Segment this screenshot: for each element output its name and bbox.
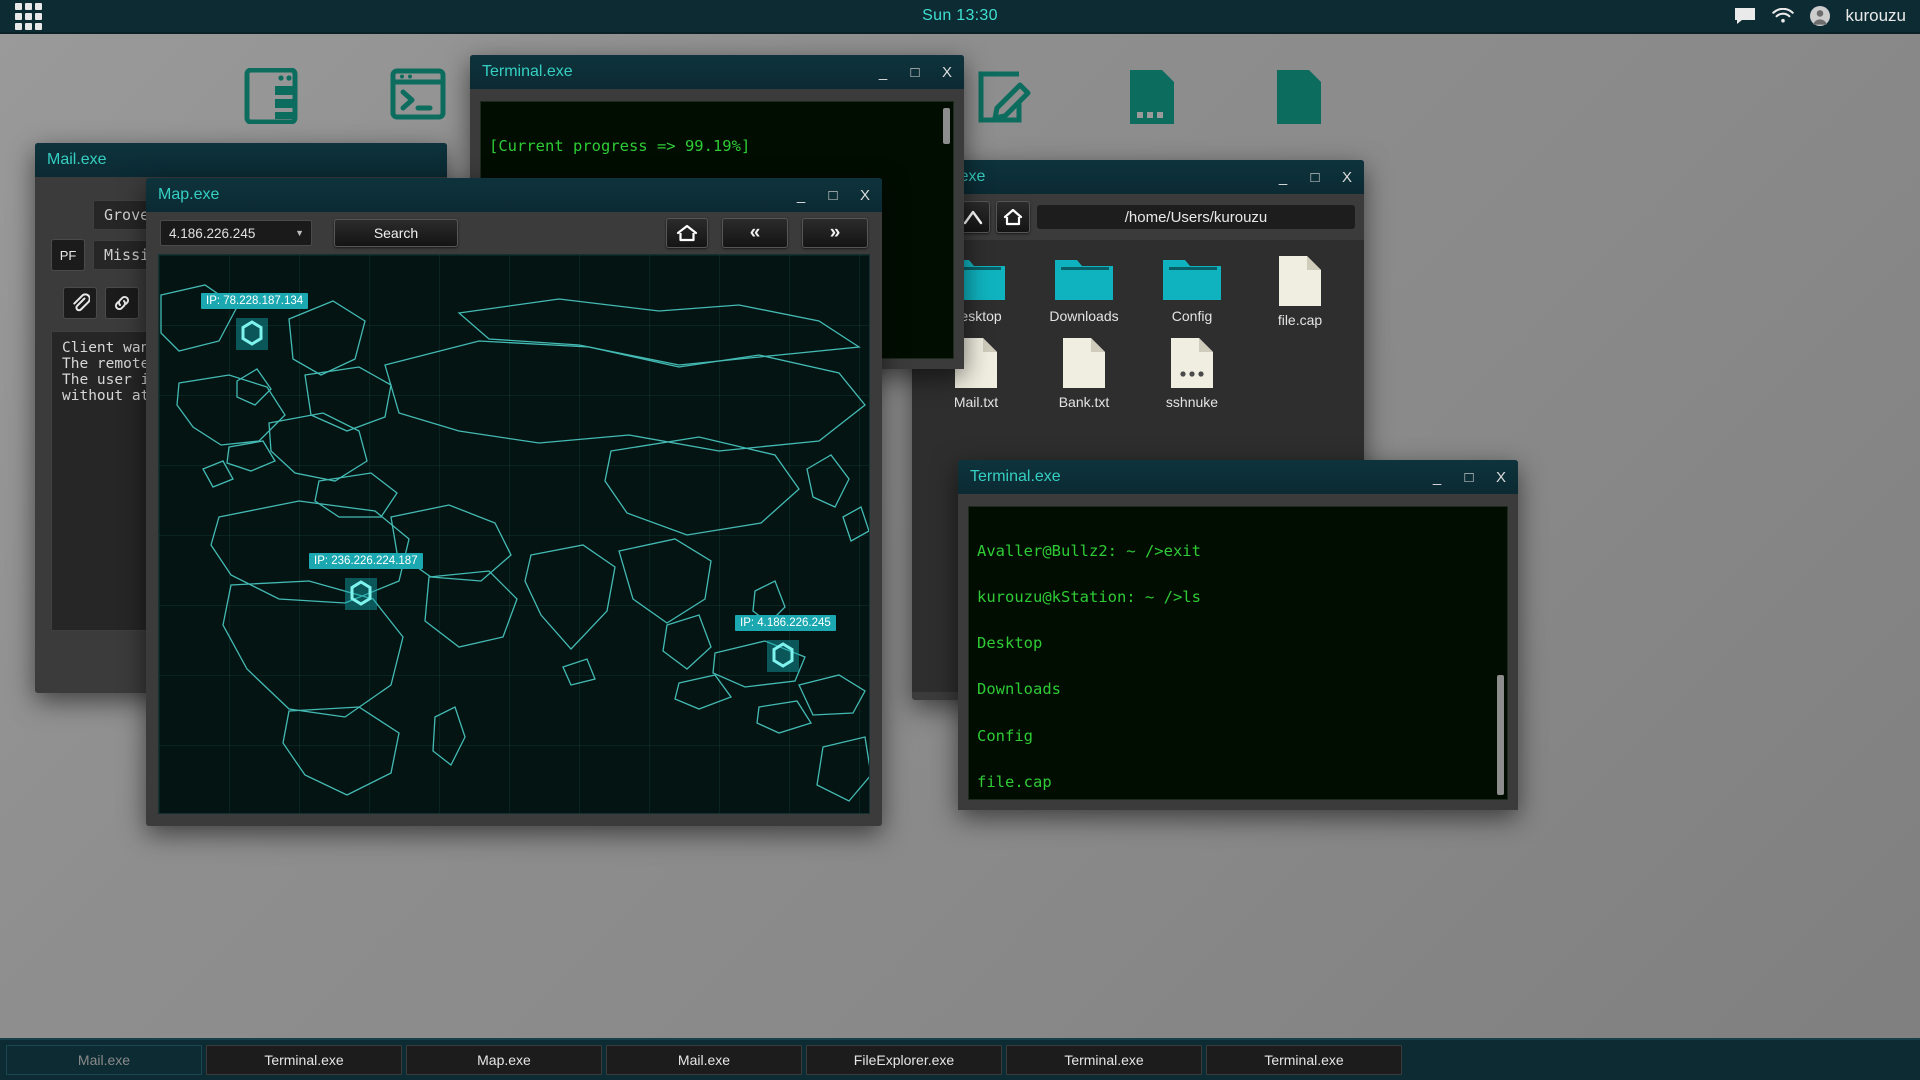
file-explorer-titlebar[interactable]: lorer.exe _ □ X	[912, 160, 1364, 194]
map-ip-tag[interactable]: IP: 236.226.224.187	[309, 553, 423, 569]
terminal-line: Desktop	[977, 636, 1499, 651]
terminal-bottom-close-button[interactable]: X	[1494, 468, 1508, 486]
file-explorer-item-config[interactable]: Config	[1138, 254, 1246, 328]
map-ip-tag[interactable]: IP: 4.186.226.245	[735, 615, 836, 631]
file-explorer-minimize-button[interactable]: _	[1276, 168, 1290, 186]
taskbar-item-mail-2[interactable]: Mail.exe	[606, 1045, 802, 1075]
file-label: Config	[1172, 308, 1212, 324]
document-green-icon[interactable]	[1128, 68, 1176, 131]
folder-icon	[1053, 254, 1115, 304]
terminal-line: [Current progress => 99.19%]	[489, 139, 945, 154]
terminal-line: Config	[977, 729, 1499, 744]
terminal-bottom-titlebar[interactable]: Terminal.exe _ □ X	[958, 460, 1518, 494]
map-canvas[interactable]: IP: 78.228.187.134 IP: 236.226.224.187 I…	[158, 254, 870, 814]
terminal-scrollbar[interactable]	[943, 108, 950, 144]
terminal-bottom-screen[interactable]: Avaller@Bullz2: ~ />exit kurouzu@kStatio…	[968, 506, 1508, 800]
terminal-scrollbar[interactable]	[1497, 675, 1504, 795]
file-explorer-close-button[interactable]: X	[1340, 168, 1354, 186]
file-icon	[1061, 336, 1107, 390]
terminal-line: Avaller@Bullz2: ~ />exit	[977, 544, 1499, 559]
terminal-top-minimize-button[interactable]: _	[876, 63, 890, 81]
file-explorer-item-filecap[interactable]: file.cap	[1246, 254, 1354, 328]
home-icon[interactable]	[996, 201, 1030, 233]
taskbar-item-mail[interactable]: Mail.exe	[6, 1045, 202, 1075]
terminal-bottom-title: Terminal.exe	[970, 468, 1061, 486]
map-home-button[interactable]	[666, 218, 708, 248]
folder-icon	[1161, 254, 1223, 304]
ip-input[interactable]: 4.186.226.245 ▼	[160, 220, 312, 246]
ip-input-value: 4.186.226.245	[169, 226, 255, 241]
wifi-icon[interactable]	[1772, 8, 1794, 25]
terminal-top-title: Terminal.exe	[482, 63, 573, 81]
map-node-marker[interactable]	[235, 317, 265, 347]
map-toolbar: 4.186.226.245 ▼ Search « »	[146, 212, 882, 254]
map-ip-tag[interactable]: IP: 78.228.187.134	[201, 293, 308, 309]
terminal-bottom-maximize-button[interactable]: □	[1462, 468, 1476, 486]
map-window[interactable]: Map.exe _ □ X 4.186.226.245 ▼ Search « »	[146, 178, 882, 826]
terminal-line: kurouzu@kStation: ~ />ls	[977, 590, 1499, 605]
chain-link-icon[interactable]	[105, 287, 139, 319]
terminal-top-close-button[interactable]: X	[940, 63, 954, 81]
mail-window-title: Mail.exe	[47, 151, 107, 169]
terminal-top-maximize-button[interactable]: □	[908, 63, 922, 81]
chevron-down-icon[interactable]: ▼	[295, 228, 304, 238]
file-explorer-item-sshnuke[interactable]: sshnuke	[1138, 336, 1246, 410]
terminal-bottom-window[interactable]: Terminal.exe _ □ X Avaller@Bullz2: ~ />e…	[958, 460, 1518, 810]
terminal-prompt-icon[interactable]	[390, 68, 446, 125]
mail-window-titlebar[interactable]: Mail.exe	[35, 143, 447, 177]
document-green-icon-2[interactable]	[1275, 68, 1323, 131]
clock: Sun 13:30	[922, 7, 998, 25]
file-label: Downloads	[1049, 308, 1118, 324]
terminal-bottom-minimize-button[interactable]: _	[1430, 468, 1444, 486]
search-button[interactable]: Search	[334, 219, 458, 247]
taskbar: Mail.exe Terminal.exe Map.exe Mail.exe F…	[0, 1038, 1920, 1080]
file-explorer-toolbar: › /home/Users/kurouzu	[912, 194, 1364, 240]
file-icon	[1277, 254, 1323, 308]
map-maximize-button[interactable]: □	[826, 186, 840, 204]
taskbar-item-map[interactable]: Map.exe	[406, 1045, 602, 1075]
file-exec-icon	[1169, 336, 1215, 390]
map-prev-button[interactable]: «	[722, 218, 788, 248]
map-close-button[interactable]: X	[858, 186, 872, 204]
map-minimize-button[interactable]: _	[794, 186, 808, 204]
paperclip-icon[interactable]	[63, 287, 97, 319]
file-explorer-maximize-button[interactable]: □	[1308, 168, 1322, 186]
pf-button[interactable]: PF	[51, 239, 85, 271]
file-explorer-item-banktxt[interactable]: Bank.txt	[1030, 336, 1138, 410]
taskbar-item-fileexplorer[interactable]: FileExplorer.exe	[806, 1045, 1002, 1075]
chat-bubble-icon[interactable]	[1734, 7, 1756, 25]
user-avatar-icon[interactable]	[1810, 6, 1830, 26]
map-node-marker[interactable]	[344, 577, 374, 607]
terminal-bottom-body: Avaller@Bullz2: ~ />exit kurouzu@kStatio…	[958, 494, 1518, 810]
taskbar-item-terminal-1[interactable]: Terminal.exe	[206, 1045, 402, 1075]
file-explorer-item-downloads[interactable]: Downloads	[1030, 254, 1138, 328]
map-window-titlebar[interactable]: Map.exe _ □ X	[146, 178, 882, 212]
terminal-top-titlebar[interactable]: Terminal.exe _ □ X	[470, 55, 964, 89]
map-node-marker[interactable]	[766, 639, 796, 669]
server-rack-icon[interactable]	[243, 68, 299, 129]
system-tray: kurouzu	[1734, 6, 1906, 26]
file-label: file.cap	[1278, 312, 1322, 328]
map-window-title: Map.exe	[158, 186, 219, 204]
file-label: Bank.txt	[1059, 394, 1110, 410]
username-label[interactable]: kurouzu	[1846, 6, 1906, 26]
file-label: Mail.txt	[954, 394, 998, 410]
apps-grid-icon[interactable]	[0, 0, 56, 33]
terminal-line: Downloads	[977, 682, 1499, 697]
file-label: sshnuke	[1166, 394, 1218, 410]
notepad-pencil-icon[interactable]	[975, 68, 1033, 131]
taskbar-item-terminal-3[interactable]: Terminal.exe	[1206, 1045, 1402, 1075]
terminal-line: file.cap	[977, 775, 1499, 790]
file-explorer-path-field[interactable]: /home/Users/kurouzu	[1036, 204, 1356, 230]
top-bar: Sun 13:30 kurouzu	[0, 0, 1920, 34]
map-next-button[interactable]: »	[802, 218, 868, 248]
taskbar-item-terminal-2[interactable]: Terminal.exe	[1006, 1045, 1202, 1075]
